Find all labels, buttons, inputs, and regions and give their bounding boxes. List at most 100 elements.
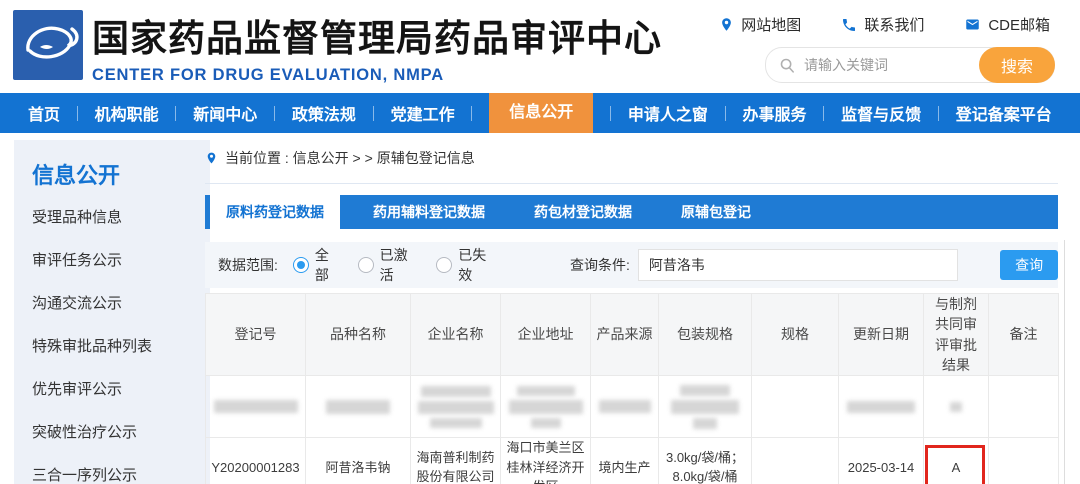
sidebar-item-review-tasks[interactable]: 审评任务公示	[32, 239, 210, 282]
nav-item-home[interactable]: 首页	[28, 101, 60, 125]
redacted-cell	[206, 376, 306, 438]
nav-divider	[274, 106, 275, 121]
location-pin-icon	[205, 150, 218, 166]
redacted-bar	[418, 401, 494, 414]
radio-option-expired[interactable]: 已失效	[436, 245, 500, 285]
nav-divider	[373, 106, 374, 121]
redacted-bar	[599, 400, 651, 413]
sitemap-link[interactable]: 网站地图	[719, 14, 801, 35]
tab-apief-registration[interactable]: 原辅包登记	[665, 195, 767, 229]
col-package-spec: 包装规格	[659, 294, 752, 376]
col-product-name: 品种名称	[306, 294, 411, 376]
radio-expired-icon[interactable]	[436, 257, 452, 273]
nav-item-supervision[interactable]: 监督与反馈	[841, 101, 921, 125]
site-subtitle: CENTER FOR DRUG EVALUATION, NMPA	[92, 66, 662, 85]
nav-item-services[interactable]: 办事服务	[742, 101, 806, 125]
site-header: 国家药品监督管理局药品审评中心 CENTER FOR DRUG EVALUATI…	[0, 0, 1080, 93]
table-row-aciclovir: Y20200001283 阿昔洛韦钠 海南普利制药股份有限公司 海口市美兰区桂林…	[206, 438, 1059, 484]
sidebar-item-special-approval[interactable]: 特殊审批品种列表	[32, 325, 210, 368]
nav-item-news[interactable]: 新闻中心	[193, 101, 257, 125]
sidebar-item-three-in-one[interactable]: 三合一序列公示	[32, 454, 210, 484]
sitemap-label: 网站地图	[741, 14, 801, 35]
radio-all-label: 全部	[315, 245, 343, 285]
redacted-cell	[411, 376, 501, 438]
redacted-bar	[680, 385, 730, 396]
col-update-date: 更新日期	[839, 294, 924, 376]
col-address: 企业地址	[501, 294, 591, 376]
search-icon	[779, 57, 796, 74]
main-nav: 首页 机构职能 新闻中心 政策法规 党建工作 信息公开 申请人之窗 办事服务 监…	[0, 93, 1080, 133]
col-review-result: 与制剂共同审评审批结果	[924, 294, 989, 376]
redacted-bar	[326, 400, 390, 414]
site-search: 搜索	[765, 47, 1055, 83]
cell-address: 海口市美兰区桂林洋经济开发区	[501, 438, 591, 484]
results-table-wrap: 登记号 品种名称 企业名称 企业地址 产品来源 包装规格 规格 更新日期 与制剂…	[205, 293, 1058, 484]
query-button[interactable]: 查询	[1000, 250, 1058, 280]
nav-divider	[77, 106, 78, 121]
redacted-bar	[531, 418, 561, 428]
redacted-bar	[421, 386, 491, 397]
nav-item-party[interactable]: 党建工作	[391, 101, 455, 125]
mail-icon	[964, 17, 981, 32]
redacted-bar	[509, 400, 583, 414]
query-input[interactable]	[638, 249, 958, 281]
cell-reg-no: Y20200001283	[206, 438, 306, 484]
contact-label: 联系我们	[864, 14, 924, 35]
main-content: 当前位置 : 信息公开 > > 原辅包登记信息 原料药登记数据 药用辅料登记数据…	[205, 148, 1058, 484]
table-header-row: 登记号 品种名称 企业名称 企业地址 产品来源 包装规格 规格 更新日期 与制剂…	[206, 294, 1059, 376]
radio-activated-icon[interactable]	[358, 257, 374, 273]
col-reg-no: 登记号	[206, 294, 306, 376]
redacted-bar	[430, 418, 482, 428]
nav-divider	[471, 106, 472, 121]
nav-divider	[823, 106, 824, 121]
tab-packaging-registration[interactable]: 药包材登记数据	[518, 195, 648, 229]
redacted-bar	[517, 386, 575, 396]
cde-logo	[13, 10, 83, 80]
cde-logo-icon	[13, 10, 83, 80]
table-row-redacted	[206, 376, 1059, 438]
redacted-cell	[839, 376, 924, 438]
cell-company: 海南普利制药股份有限公司	[411, 438, 501, 484]
site-title: 国家药品监督管理局药品审评中心	[92, 8, 662, 62]
sidebar-title: 信息公开	[32, 158, 210, 184]
data-tabs: 原料药登记数据 药用辅料登记数据 药包材登记数据 原辅包登记	[205, 195, 1058, 229]
breadcrumb: 当前位置 : 信息公开 > > 原辅包登记信息	[205, 148, 1058, 184]
cell-source: 境内生产	[591, 438, 659, 484]
search-input[interactable]	[804, 57, 979, 73]
sidebar-item-communication[interactable]: 沟通交流公示	[32, 282, 210, 325]
sidebar-item-accepted-varieties[interactable]: 受理品种信息	[32, 196, 210, 239]
nav-item-registration-platform[interactable]: 登记备案平台	[956, 101, 1052, 125]
radio-option-all[interactable]: 全部	[293, 245, 343, 285]
nav-divider	[610, 106, 611, 121]
redacted-bar	[214, 400, 298, 413]
sidebar: 信息公开 受理品种信息 审评任务公示 沟通交流公示 特殊审批品种列表 优先审评公…	[14, 140, 210, 484]
contact-link[interactable]: 联系我们	[841, 14, 924, 35]
mailbox-link[interactable]: CDE邮箱	[964, 14, 1050, 35]
tab-excipient-registration[interactable]: 药用辅料登记数据	[357, 195, 501, 229]
search-button[interactable]: 搜索	[979, 47, 1055, 83]
nav-item-functions[interactable]: 机构职能	[95, 101, 159, 125]
nav-item-policy[interactable]: 政策法规	[292, 101, 356, 125]
content-right-divider	[1064, 240, 1065, 484]
sidebar-item-priority-review[interactable]: 优先审评公示	[32, 368, 210, 411]
redacted-cell	[501, 376, 591, 438]
radio-all-icon[interactable]	[293, 257, 309, 273]
sidebar-item-breakthrough-therapy[interactable]: 突破性治疗公示	[32, 411, 210, 454]
redacted-cell	[306, 376, 411, 438]
redacted-bar	[847, 401, 915, 413]
cell-remark	[989, 438, 1059, 484]
radio-expired-label: 已失效	[458, 245, 500, 285]
query-label: 查询条件:	[570, 255, 630, 275]
nav-item-info-disclosure[interactable]: 信息公开	[489, 93, 593, 133]
tab-api-registration[interactable]: 原料药登记数据	[210, 195, 340, 229]
nav-divider	[175, 106, 176, 121]
quick-links: 网站地图 联系我们 CDE邮箱	[719, 14, 1050, 35]
redacted-bar	[693, 418, 717, 429]
col-spec: 规格	[752, 294, 839, 376]
redacted-cell	[659, 376, 752, 438]
cell-package-spec: 3.0kg/袋/桶；8.0kg/袋/桶	[659, 438, 752, 484]
radio-option-activated[interactable]: 已激活	[358, 245, 422, 285]
nav-item-applicant-window[interactable]: 申请人之窗	[628, 101, 708, 125]
redacted-cell	[591, 376, 659, 438]
nav-divider	[938, 106, 939, 121]
